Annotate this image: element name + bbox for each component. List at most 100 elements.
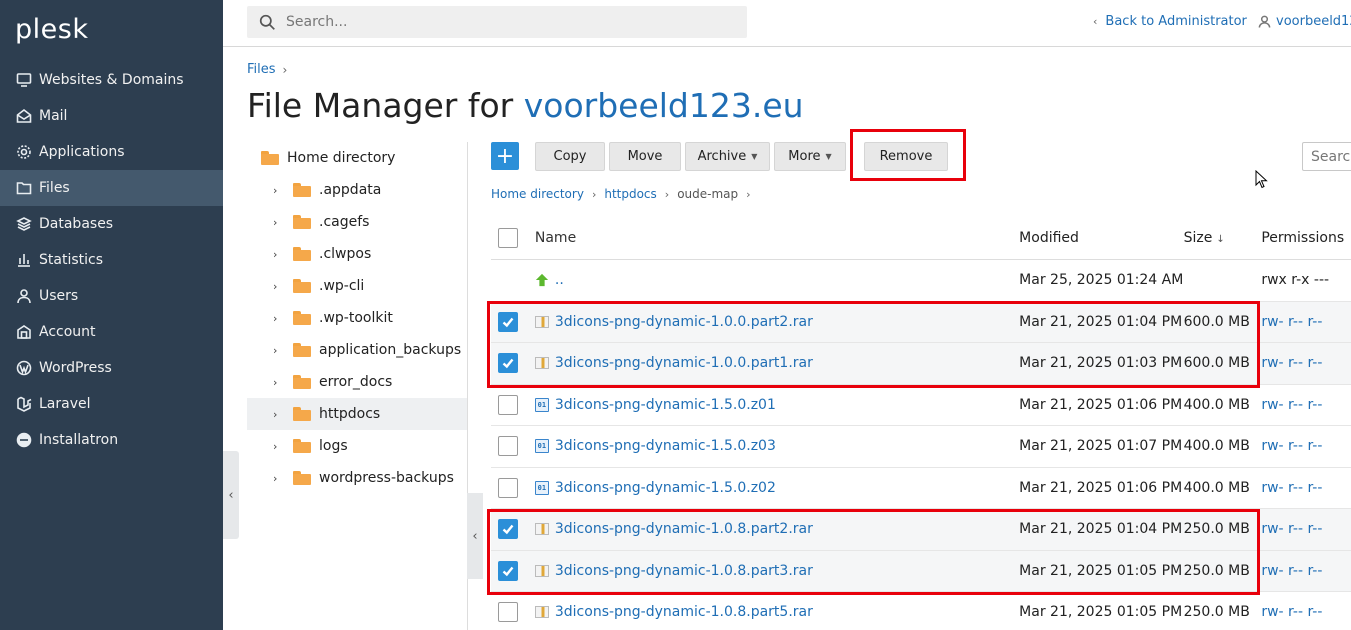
- sidebar-item-account[interactable]: Account: [0, 314, 223, 350]
- chevron-right-icon[interactable]: ›: [273, 280, 285, 293]
- file-search-input[interactable]: [1311, 148, 1351, 165]
- file-permissions[interactable]: rw- r-- r--: [1261, 563, 1351, 579]
- table-row[interactable]: 3dicons-png-dynamic-1.0.0.part2.rar Mar 2…: [491, 301, 1351, 343]
- tree-item-dot-appdata[interactable]: › .appdata: [247, 174, 467, 206]
- tree-item-httpdocs[interactable]: › httpdocs: [247, 398, 467, 430]
- sidebar-item-applications[interactable]: Applications: [0, 134, 223, 170]
- sidebar-item-label: Account: [39, 324, 96, 340]
- file-permissions[interactable]: rw- r-- r--: [1261, 438, 1351, 454]
- file-name-link[interactable]: 3dicons-png-dynamic-1.0.8.part5.rar: [555, 604, 813, 620]
- sidebar-item-installatron[interactable]: Installatron: [0, 422, 223, 458]
- file-name-link[interactable]: 3dicons-png-dynamic-1.0.8.part3.rar: [555, 563, 813, 579]
- column-permissions[interactable]: Permissions: [1261, 230, 1351, 246]
- chevron-right-icon[interactable]: ›: [273, 408, 285, 421]
- chevron-right-icon[interactable]: ›: [273, 248, 285, 261]
- table-row[interactable]: 3dicons-png-dynamic-1.0.8.part5.rar Mar 2…: [491, 592, 1351, 630]
- move-button[interactable]: Move: [609, 142, 681, 171]
- row-checkbox[interactable]: [498, 311, 518, 332]
- installatron-icon: [15, 431, 33, 449]
- file-name-link[interactable]: ..: [555, 272, 564, 288]
- chevron-right-icon[interactable]: ›: [273, 472, 285, 485]
- tree-item-wordpress-backups[interactable]: › wordpress-backups: [247, 462, 467, 494]
- tree-item-error-docs[interactable]: › error_docs: [247, 366, 467, 398]
- row-checkbox[interactable]: [498, 436, 518, 457]
- sidebar-item-mail[interactable]: Mail: [0, 98, 223, 134]
- sidebar-item-websites-domains[interactable]: Websites & Domains: [0, 62, 223, 98]
- chevron-right-icon[interactable]: ›: [273, 376, 285, 389]
- sidebar-item-databases[interactable]: Databases: [0, 206, 223, 242]
- row-checkbox[interactable]: [498, 602, 518, 623]
- page-title-domain-link[interactable]: voorbeeld123.eu: [524, 86, 804, 125]
- sidebar-collapse-handle[interactable]: ‹: [223, 451, 239, 539]
- file-name-link[interactable]: 3dicons-png-dynamic-1.5.0.z03: [555, 438, 776, 454]
- add-button[interactable]: +: [491, 142, 519, 170]
- plesk-logo[interactable]: plesk: [15, 14, 88, 45]
- archive-button[interactable]: Archive ▼: [685, 142, 770, 171]
- more-button[interactable]: More ▼: [774, 142, 846, 171]
- database-icon: [15, 215, 33, 233]
- column-modified[interactable]: Modified: [1019, 230, 1183, 246]
- global-search-input[interactable]: [286, 14, 726, 30]
- table-row[interactable]: 01 3dicons-png-dynamic-1.5.0.z03 Mar 21, 2…: [491, 426, 1351, 468]
- path-httpdocs-link[interactable]: httpdocs: [604, 187, 656, 201]
- tree-item-label: logs: [319, 438, 348, 454]
- file-name-link[interactable]: 3dicons-png-dynamic-1.0.8.part2.rar: [555, 521, 813, 537]
- table-row[interactable]: .. Mar 25, 2025 01:24 AM rwx r-x ---: [491, 260, 1351, 302]
- chevron-right-icon[interactable]: ›: [273, 440, 285, 453]
- folder-icon: [293, 215, 311, 229]
- row-checkbox[interactable]: [498, 519, 518, 540]
- column-name[interactable]: Name: [535, 230, 1019, 246]
- tree-item-dot-clwpos[interactable]: › .clwpos: [247, 238, 467, 270]
- breadcrumb: Files ›: [247, 62, 287, 77]
- file-permissions[interactable]: rw- r-- r--: [1261, 355, 1351, 371]
- back-link-label: Back to Administrator: [1105, 14, 1247, 29]
- file-name-link[interactable]: 3dicons-png-dynamic-1.5.0.z02: [555, 480, 776, 496]
- file-name-link[interactable]: 3dicons-png-dynamic-1.5.0.z01: [555, 397, 776, 413]
- column-size[interactable]: Size ↓: [1184, 230, 1262, 246]
- row-checkbox[interactable]: [498, 353, 518, 374]
- file-permissions[interactable]: rw- r-- r--: [1261, 314, 1351, 330]
- user-menu[interactable]: voorbeeld123: [1258, 14, 1351, 29]
- file-name-link[interactable]: 3dicons-png-dynamic-1.0.0.part1.rar: [555, 355, 813, 371]
- global-search[interactable]: [247, 6, 747, 38]
- tree-item-dot-wp-toolkit[interactable]: › .wp-toolkit: [247, 302, 467, 334]
- table-row[interactable]: 3dicons-png-dynamic-1.0.0.part1.rar Mar 2…: [491, 343, 1351, 385]
- table-row[interactable]: 3dicons-png-dynamic-1.0.8.part3.rar Mar 2…: [491, 550, 1351, 592]
- user-name: voorbeeld123: [1276, 14, 1351, 29]
- row-checkbox[interactable]: [498, 477, 518, 498]
- tree-item-home-directory[interactable]: Home directory: [247, 142, 467, 174]
- chevron-right-icon: ›: [591, 187, 597, 201]
- row-checkbox[interactable]: [498, 394, 518, 415]
- remove-button[interactable]: Remove: [864, 142, 948, 171]
- back-to-administrator-link[interactable]: ‹ Back to Administrator: [1093, 14, 1247, 29]
- tree-item-logs[interactable]: › logs: [247, 430, 467, 462]
- file-search[interactable]: [1302, 142, 1351, 171]
- sidebar-item-wordpress[interactable]: WordPress: [0, 350, 223, 386]
- select-all-checkbox[interactable]: [498, 228, 518, 248]
- copy-button[interactable]: Copy: [535, 142, 605, 171]
- table-row[interactable]: 01 3dicons-png-dynamic-1.5.0.z01 Mar 21, 2…: [491, 385, 1351, 426]
- file-permissions[interactable]: rw- r-- r--: [1261, 480, 1351, 496]
- sidebar-item-laravel[interactable]: Laravel: [0, 386, 223, 422]
- table-row[interactable]: 01 3dicons-png-dynamic-1.5.0.z02 Mar 21, 2…: [491, 468, 1351, 509]
- file-permissions[interactable]: rw- r-- r--: [1261, 521, 1351, 537]
- chevron-right-icon[interactable]: ›: [273, 184, 285, 197]
- breadcrumb-files-link[interactable]: Files: [247, 62, 276, 77]
- table-row[interactable]: 3dicons-png-dynamic-1.0.8.part2.rar Mar 2…: [491, 509, 1351, 551]
- sidebar-item-statistics[interactable]: Statistics: [0, 242, 223, 278]
- folder-icon: [293, 279, 311, 293]
- tree-item-dot-cagefs[interactable]: › .cagefs: [247, 206, 467, 238]
- tree-collapse-handle[interactable]: ‹: [467, 493, 483, 579]
- path-home-link[interactable]: Home directory: [491, 187, 584, 201]
- chevron-right-icon[interactable]: ›: [273, 216, 285, 229]
- tree-item-application-backups[interactable]: › application_backups: [247, 334, 467, 366]
- file-name-link[interactable]: 3dicons-png-dynamic-1.0.0.part2.rar: [555, 314, 813, 330]
- row-checkbox[interactable]: [498, 560, 518, 581]
- sidebar-item-users[interactable]: Users: [0, 278, 223, 314]
- tree-item-dot-wp-cli[interactable]: › .wp-cli: [247, 270, 467, 302]
- chevron-right-icon[interactable]: ›: [273, 312, 285, 325]
- file-permissions[interactable]: rw- r-- r--: [1261, 397, 1351, 413]
- chevron-right-icon[interactable]: ›: [273, 344, 285, 357]
- sidebar-item-files[interactable]: Files: [0, 170, 223, 206]
- file-permissions[interactable]: rw- r-- r--: [1261, 604, 1351, 620]
